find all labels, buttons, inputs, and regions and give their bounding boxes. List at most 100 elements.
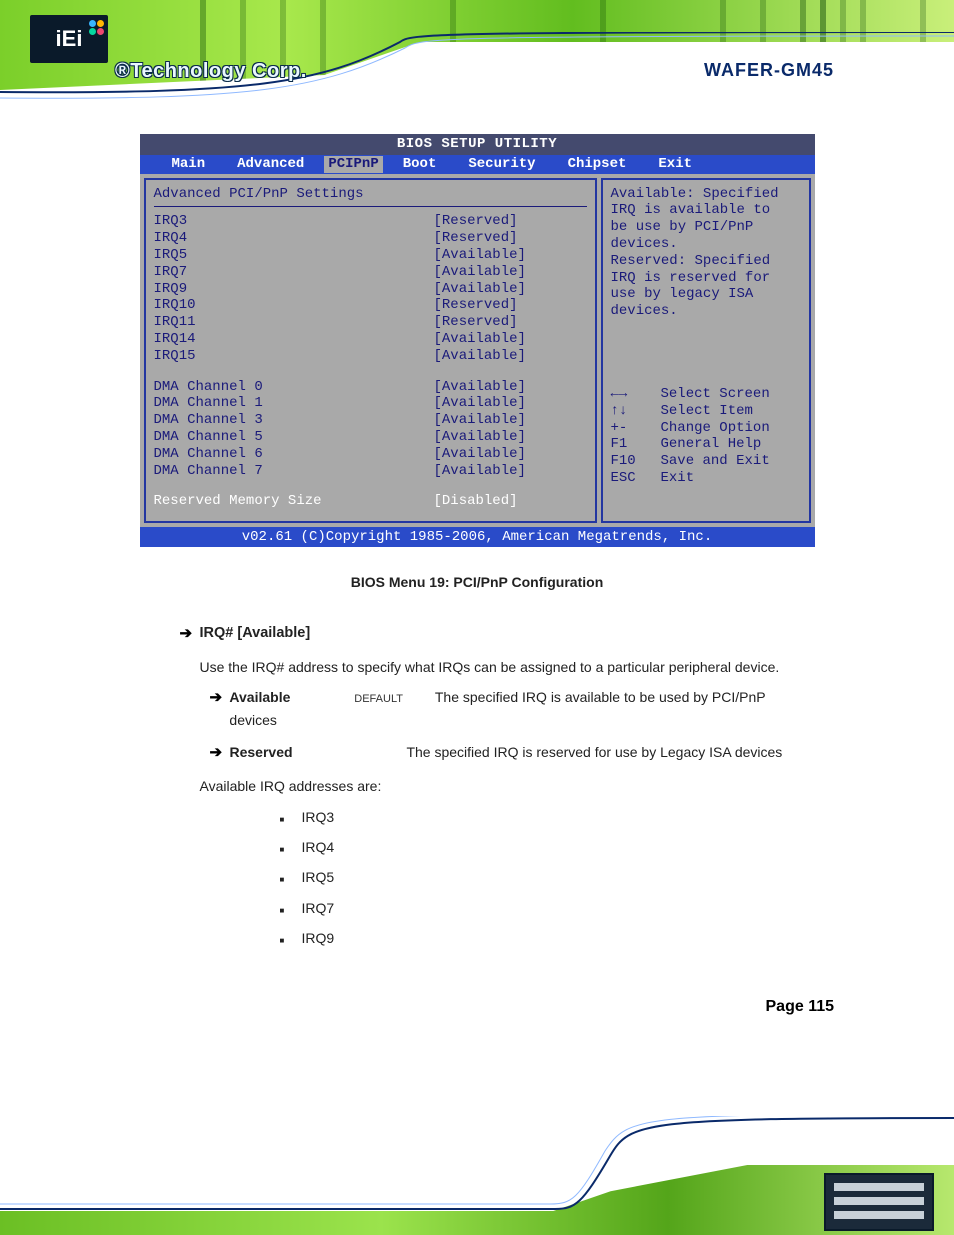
bios-title: BIOS SETUP UTILITY [140,134,815,155]
bios-setting-row[interactable]: IRQ4[Reserved] [154,230,587,247]
bios-key-desc: Save and Exit [661,453,770,470]
bios-setting-name: DMA Channel 1 [154,395,434,412]
document-body: BIOS Menu 19: PCI/PnP Configuration ➔ IR… [140,571,815,949]
bios-setting-name: Reserved Memory Size [154,493,434,510]
bios-copyright: v02.61 (C)Copyright 1985-2006, American … [140,527,815,548]
bios-help-line: IRQ is available to [611,202,801,219]
brand-logo-text: iEi [56,26,83,52]
bios-setting-row-selected[interactable]: Reserved Memory Size[Disabled] [154,493,587,510]
bios-key: ESC [611,470,661,487]
bios-setting-name: DMA Channel 5 [154,429,434,446]
list-item: ■IRQ3 [280,806,815,828]
bios-setting-name: DMA Channel 7 [154,463,434,480]
bios-setting-name: IRQ14 [154,331,434,348]
section-paragraph: Use the IRQ# address to specify what IRQ… [200,656,815,678]
bios-key: ←→ [611,386,661,403]
list-item: ■IRQ7 [280,897,815,919]
option-desc: The specified IRQ is available to be use… [229,689,765,728]
bios-tab-pcipnp[interactable]: PCIPnP [324,156,382,173]
list-item-text: IRQ7 [302,897,335,919]
bios-key-row: F10Save and Exit [611,453,801,470]
arrow-right-icon: ➔ [210,686,230,710]
bios-help-line: devices. [611,303,801,320]
bios-setting-row[interactable]: IRQ5[Available] [154,247,587,264]
bios-help-line: Reserved: Specified [611,253,801,270]
bios-setting-name: DMA Channel 0 [154,379,434,396]
bios-setting-value: [Available] [434,348,526,365]
bios-tab-exit[interactable]: Exit [646,156,704,173]
list-item-text: IRQ9 [302,927,335,949]
bios-tab-boot[interactable]: Boot [391,156,449,173]
footer-chip-icon [824,1173,934,1231]
bios-setting-name: DMA Channel 3 [154,412,434,429]
irq-list: ■IRQ3 ■IRQ4 ■IRQ5 ■IRQ7 ■IRQ9 [280,806,815,950]
figure-caption: BIOS Menu 19: PCI/PnP Configuration [140,571,815,593]
bios-setting-row[interactable]: IRQ3[Reserved] [154,213,587,230]
brand-logo-dots-icon [88,19,104,35]
page-footer [0,1120,954,1235]
bios-tab-main[interactable]: Main [160,156,218,173]
bios-key-desc: General Help [661,436,762,453]
bios-help-line: use by legacy ISA [611,286,801,303]
bios-screenshot: BIOS SETUP UTILITY Main Advanced PCIPnP … [140,134,815,547]
bios-key: F10 [611,453,661,470]
bios-setting-row[interactable]: IRQ11[Reserved] [154,314,587,331]
bios-help-text: Available: Specified IRQ is available to… [611,186,801,320]
arrow-right-icon: ➔ [180,622,200,646]
bios-setting-name: IRQ7 [154,264,434,281]
arrow-right-icon: ➔ [210,741,230,765]
bios-key-row: F1General Help [611,436,801,453]
bios-setting-row[interactable]: DMA Channel 0[Available] [154,379,587,396]
bios-body: Advanced PCI/PnP Settings IRQ3[Reserved]… [140,174,815,527]
bios-key-desc: Exit [661,470,695,487]
option-default-tag: DEFAULT [354,693,403,705]
list-intro: Available IRQ addresses are: [200,775,815,797]
option-name: Available [229,689,290,705]
page-header: iEi ®Technology Corp. WAFER-GM45 [0,0,954,112]
bios-setting-row[interactable]: IRQ14[Available] [154,331,587,348]
bios-setting-value: [Reserved] [434,314,518,331]
list-item: ■IRQ9 [280,927,815,949]
bios-setting-value: [Available] [434,463,526,480]
bios-setting-value: [Available] [434,281,526,298]
option-row: ➔ Available DEFAULT The specified IRQ is… [210,686,815,731]
bullet-icon: ■ [280,814,302,827]
bios-key-legend: ←→Select Screen ↑↓Select Item +-Change O… [611,386,801,487]
bios-setting-row[interactable]: IRQ9[Available] [154,281,587,298]
bios-setting-value: [Reserved] [434,213,518,230]
bios-setting-value: [Available] [434,247,526,264]
bios-key-row: ↑↓Select Item [611,403,801,420]
bios-setting-name: DMA Channel 6 [154,446,434,463]
bios-key-row: ESCExit [611,470,801,487]
bios-setting-value: [Reserved] [434,230,518,247]
bios-setting-value: [Available] [434,331,526,348]
bios-setting-row[interactable]: IRQ7[Available] [154,264,587,281]
option-row: ➔ Reserved The specified IRQ is reserved… [210,741,815,765]
bios-setting-row[interactable]: DMA Channel 5[Available] [154,429,587,446]
bios-setting-row[interactable]: DMA Channel 3[Available] [154,412,587,429]
list-item-text: IRQ4 [302,836,335,858]
bios-key-desc: Select Screen [661,386,770,403]
bios-setting-row[interactable]: DMA Channel 1[Available] [154,395,587,412]
bios-tab-chipset[interactable]: Chipset [556,156,639,173]
bios-setting-row[interactable]: IRQ10[Reserved] [154,297,587,314]
bios-setting-value: [Available] [434,379,526,396]
bios-setting-name: IRQ15 [154,348,434,365]
bullet-icon: ■ [280,905,302,918]
bullet-icon: ■ [280,874,302,887]
bios-setting-row[interactable]: IRQ15[Available] [154,348,587,365]
bios-setting-name: IRQ9 [154,281,434,298]
bios-key-desc: Select Item [661,403,753,420]
bios-setting-value: [Reserved] [434,297,518,314]
bios-tab-advanced[interactable]: Advanced [225,156,316,173]
bios-pane-title: Advanced PCI/PnP Settings [154,186,587,208]
bios-setting-value: [Available] [434,395,526,412]
bios-setting-row[interactable]: DMA Channel 6[Available] [154,446,587,463]
bios-setting-row[interactable]: DMA Channel 7[Available] [154,463,587,480]
bios-key: +- [611,420,661,437]
bios-tab-security[interactable]: Security [456,156,547,173]
bios-setting-value: [Available] [434,446,526,463]
section-heading: IRQ# [Available] [200,622,311,645]
bios-tab-bar: Main Advanced PCIPnP Boot Security Chips… [140,155,815,174]
option-desc: The specified IRQ is reserved for use by… [406,744,782,760]
